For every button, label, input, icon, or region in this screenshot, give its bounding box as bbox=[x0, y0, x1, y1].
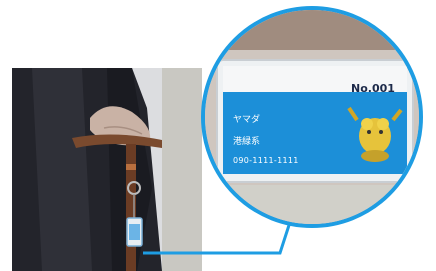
tag-name: ヤマダ bbox=[233, 115, 261, 125]
tag-place: 港緑系 bbox=[233, 137, 261, 147]
tag-number: No.001 bbox=[351, 82, 395, 95]
illustration: No.001 ヤマダ 港緑系 090-1111-1111 bbox=[0, 0, 436, 271]
zoom-circle: No.001 ヤマダ 港緑系 090-1111-1111 bbox=[201, 6, 423, 228]
tag-phone: 090-1111-1111 bbox=[233, 156, 299, 165]
